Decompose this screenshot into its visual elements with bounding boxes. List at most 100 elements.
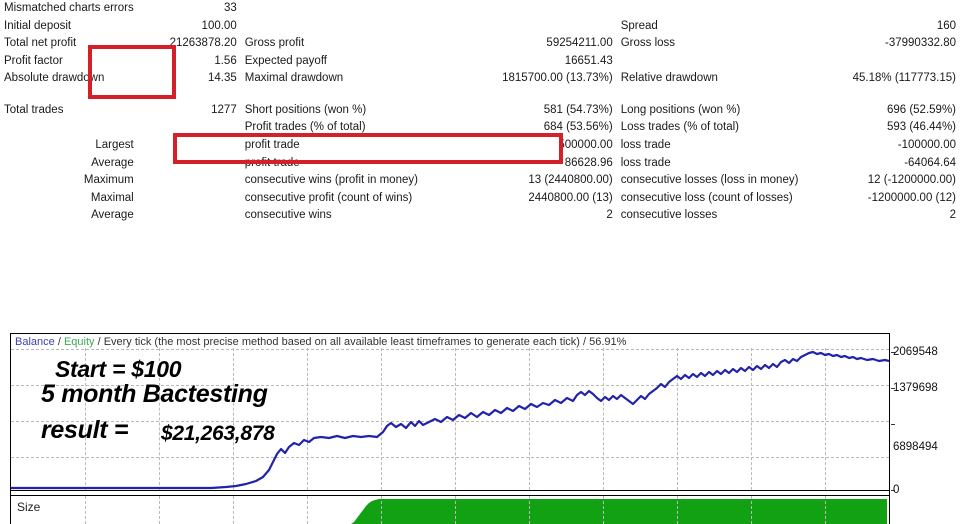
row-name2: Long positions (won %) [620, 103, 741, 116]
row-value2: 59254211.00 [546, 37, 613, 50]
row-value2: 86628.96 [564, 156, 613, 169]
gridline-vertical [825, 496, 826, 524]
row-value2: 16651.43 [564, 54, 613, 67]
axis-tick-label: 1379698 [893, 382, 938, 394]
row-value [138, 137, 241, 155]
row-label: Mismatched charts errors [4, 2, 134, 14]
row-value2: 581 (54.73%) [543, 103, 613, 116]
gridline-vertical [603, 496, 604, 524]
gridline-vertical [307, 496, 308, 524]
gridline-vertical [677, 496, 678, 524]
row-value2: 2 [606, 209, 613, 222]
row-value2: 2440800.00 (13) [528, 191, 613, 204]
axis-tick-label: 0 [893, 484, 900, 496]
row-value [138, 172, 241, 190]
row-name [241, 18, 464, 36]
annotation-start-deposit: Start = $100 [55, 356, 182, 382]
legend-model-description: Every tick (the most precise method base… [103, 336, 627, 348]
row-value: 1.56 [214, 54, 237, 67]
table-row: Total net profit 21263878.20 Gross profi… [0, 35, 960, 53]
annotation-backtest-period: 5 month Bactesting [41, 380, 268, 408]
strategy-tester-report: Mismatched charts errors 33 Initial depo… [0, 0, 960, 330]
row-value3 [825, 53, 960, 71]
row-label: Total net profit [4, 37, 77, 50]
row-value2: 13 (2440800.00) [528, 174, 613, 187]
row-name: Maximal drawdown [244, 72, 344, 85]
gridline-vertical [455, 496, 456, 524]
row-label: Total trades [4, 103, 64, 116]
table-row: Maximum consecutive wins (profit in mone… [0, 172, 960, 190]
row-label: Largest [95, 138, 134, 151]
row-value3: -1200000.00 (12) [867, 191, 956, 204]
legend-equity-label: Equity [63, 336, 95, 348]
row-value2: 1815700.00 (13.73%) [502, 72, 613, 85]
row-name: Profit trades (% of total) [244, 121, 366, 134]
table-row-spacer [0, 88, 960, 102]
graph-y-axis-labels: 2069548 1379698 6898494 0 [893, 333, 960, 496]
row-label [0, 119, 138, 137]
gridline-vertical [233, 496, 234, 524]
gridline-vertical [529, 496, 530, 524]
table-row: Average profit trade 86628.96 loss trade… [0, 155, 960, 173]
size-area-series [351, 499, 887, 524]
row-name2: Gross loss [620, 37, 676, 50]
axis-tick-label: 6898494 [893, 441, 938, 453]
row-name2: consecutive losses [620, 209, 718, 222]
size-panel[interactable]: Size [10, 495, 890, 524]
row-name: Short positions (won %) [244, 103, 367, 116]
row-value [138, 190, 241, 208]
row-value3: 593 (46.44%) [886, 121, 956, 134]
row-name2: loss trade [620, 156, 671, 169]
table-row: Largest profit trade 500000.00 loss trad… [0, 137, 960, 155]
table-row: Profit factor 1.56 Expected payoff 16651… [0, 53, 960, 71]
row-value3: -64064.64 [904, 156, 956, 169]
table-row: Profit trades (% of total) 684 (53.56%) … [0, 119, 960, 137]
gridline-vertical [751, 496, 752, 524]
row-name2: Spread [620, 19, 658, 32]
row-name: profit trade [244, 138, 300, 151]
row-value3: -37990332.80 [885, 37, 956, 50]
balance-equity-graph[interactable]: Balance / Equity / Every tick (the most … [10, 333, 890, 491]
row-label: Average [91, 209, 134, 222]
row-name: Gross profit [244, 37, 305, 50]
row-value [138, 207, 241, 225]
row-name2 [617, 53, 825, 71]
row-name: consecutive wins (profit in money) [244, 174, 418, 187]
row-value3: -100000.00 [897, 138, 956, 151]
row-label: Absolute drawdown [4, 72, 105, 85]
row-value2: 684 (53.56%) [543, 121, 613, 134]
legend-balance-label: Balance [15, 336, 55, 348]
stats-table-body: Mismatched charts errors 33 Initial depo… [0, 0, 960, 225]
row-value2: 500000.00 [558, 138, 613, 151]
row-name: consecutive wins [244, 209, 332, 222]
legend-separator-2: / [94, 336, 104, 348]
row-value2 [464, 18, 617, 36]
gridline-vertical [159, 496, 160, 524]
row-value: 33 [223, 2, 237, 14]
row-label: Maximal [90, 191, 134, 204]
row-label: Profit factor [4, 54, 63, 67]
legend-separator-1: / [54, 336, 64, 348]
annotation-result-label: result = [41, 416, 129, 444]
row-value3 [825, 0, 960, 18]
row-name: Expected payoff [244, 54, 327, 67]
row-name2 [617, 0, 825, 18]
row-name [241, 0, 464, 18]
row-name2: consecutive losses (loss in money) [620, 174, 799, 187]
row-value [138, 155, 241, 173]
table-row: Mismatched charts errors 33 [0, 0, 960, 18]
table-row: Initial deposit 100.00 Spread 160 [0, 18, 960, 36]
row-value3: 160 [936, 19, 956, 32]
table-row: Absolute drawdown 14.35 Maximal drawdown… [0, 70, 960, 88]
row-name2: loss trade [620, 138, 671, 151]
row-value2 [464, 0, 617, 18]
size-panel-label: Size [17, 500, 41, 514]
row-name: profit trade [244, 156, 300, 169]
table-row: Maximal consecutive profit (count of win… [0, 190, 960, 208]
row-value3: 2 [949, 209, 956, 222]
stats-table: Mismatched charts errors 33 Initial depo… [0, 0, 960, 225]
axis-tick-label: 2069548 [893, 346, 938, 358]
graph-legend: Balance / Equity / Every tick (the most … [15, 336, 626, 348]
row-label: Initial deposit [4, 19, 72, 32]
row-value3: 45.18% (117773.15) [852, 72, 956, 85]
